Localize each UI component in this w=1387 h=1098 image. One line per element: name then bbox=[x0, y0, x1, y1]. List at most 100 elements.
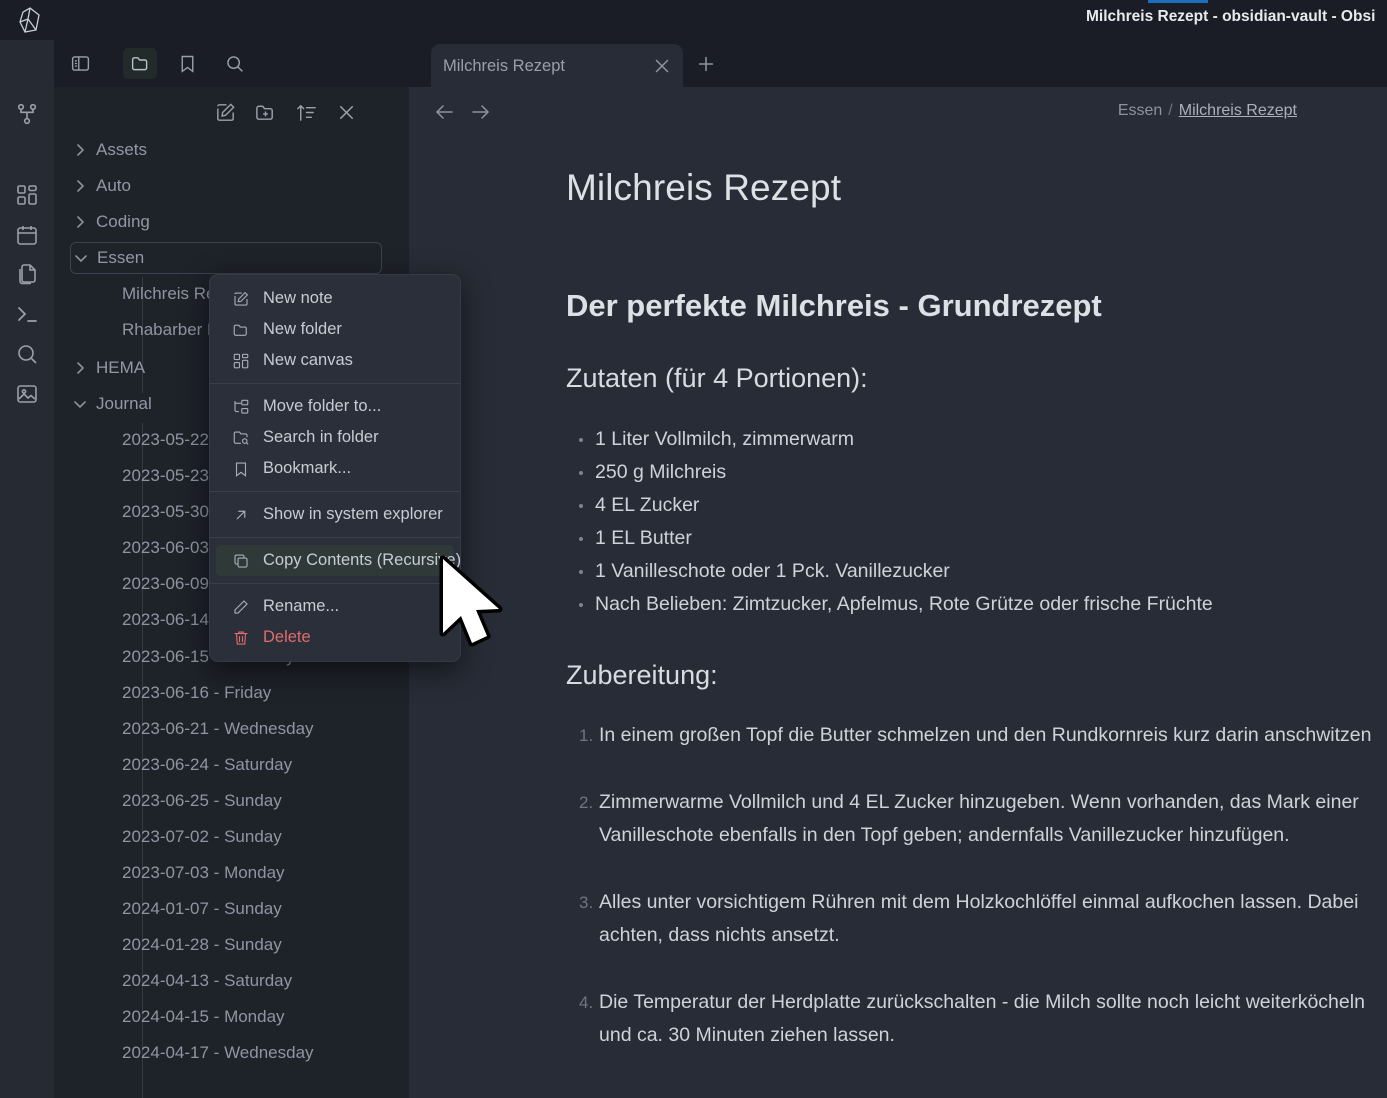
tree-folder-assets[interactable]: Assets bbox=[72, 135, 382, 165]
tree-file-journal[interactable]: 2023-06-24 - Saturday bbox=[122, 750, 422, 780]
plus-icon[interactable] bbox=[695, 53, 717, 75]
menu-item-label: New canvas bbox=[263, 351, 353, 369]
tree-item-label: Coding bbox=[96, 212, 150, 231]
tree-item-label: 2024-01-07 - Sunday bbox=[122, 899, 282, 918]
menu-separator bbox=[210, 491, 460, 492]
chevron-right-icon bbox=[72, 178, 88, 194]
list-item: Die Temperatur der Herdplatte zurückscha… bbox=[579, 986, 1365, 1046]
trash-icon bbox=[232, 629, 250, 647]
tree-item-label: 2023-06-16 - Friday bbox=[122, 683, 272, 702]
tree-file-journal[interactable]: 2024-04-17 - Wednesday bbox=[122, 1038, 422, 1068]
arrow-right-icon[interactable] bbox=[468, 100, 492, 124]
menu-item-new-note[interactable]: New note bbox=[216, 283, 454, 314]
tree-item-label: 2024-04-17 - Wednesday bbox=[122, 1043, 314, 1062]
menu-item-label: New note bbox=[263, 289, 333, 307]
menu-item-new-canvas[interactable]: New canvas bbox=[216, 345, 454, 376]
note-content[interactable]: Milchreis Rezept Der perfekte Milchreis … bbox=[566, 167, 1387, 1086]
tree-item-label: Assets bbox=[96, 140, 148, 159]
list-item: 1 EL Butter bbox=[566, 522, 1387, 555]
tree-file-journal[interactable]: 2023-06-25 - Sunday bbox=[122, 786, 422, 816]
tree-item-label: 2024-01-28 - Sunday bbox=[122, 935, 282, 954]
pencil-icon bbox=[232, 598, 250, 616]
list-item: 4 EL Zucker bbox=[566, 489, 1387, 522]
tree-file-journal[interactable]: 2024-04-13 - Saturday bbox=[122, 966, 422, 996]
menu-separator bbox=[210, 537, 460, 538]
menu-item-bookmark[interactable]: Bookmark... bbox=[216, 453, 454, 484]
tree-item-label: 2024-04-13 - Saturday bbox=[122, 971, 293, 990]
folder-open-icon[interactable] bbox=[123, 48, 157, 79]
new-note-icon bbox=[232, 290, 250, 308]
steps-list: In einem großen Topf die Butter schmelze… bbox=[566, 719, 1387, 1052]
window-titlebar: Milchreis Rezept - obsidian-vault - Obsi bbox=[0, 0, 1387, 40]
tree-item-label: Journal bbox=[96, 394, 152, 413]
menu-separator bbox=[210, 383, 460, 384]
menu-item-label: Search in folder bbox=[263, 428, 379, 446]
close-icon[interactable] bbox=[651, 55, 673, 77]
tree-item-label: 2023-06-24 - Saturday bbox=[122, 755, 293, 774]
folder-context-menu: New note New folder New canvas Move fold… bbox=[209, 274, 461, 662]
obsidian-window: Milchreis Rezept - obsidian-vault - Obsi bbox=[0, 0, 1387, 1098]
list-item: Alles unter vorsichtigem Rühren mit dem … bbox=[579, 886, 1359, 946]
explorer-toolbar bbox=[54, 87, 409, 135]
menu-item-search-in-folder[interactable]: Search in folder bbox=[216, 422, 454, 453]
move-folder-icon bbox=[232, 398, 250, 416]
search-folder-icon bbox=[232, 429, 250, 447]
breadcrumb-current[interactable]: Milchreis Rezept bbox=[1179, 102, 1297, 119]
menu-item-copy-contents-recursive[interactable]: Copy Contents (Recursive) bbox=[216, 545, 461, 576]
page-title: Milchreis Rezept bbox=[566, 167, 842, 208]
menu-item-show-in-system-explorer[interactable]: Show in system explorer bbox=[216, 499, 454, 530]
obsidian-gem-icon bbox=[17, 6, 43, 34]
list-item: 1 Vanilleschote oder 1 Pck. Vanillezucke… bbox=[566, 555, 1387, 588]
menu-item-new-folder[interactable]: New folder bbox=[216, 314, 454, 345]
tree-file-journal[interactable]: 2023-07-03 - Monday bbox=[122, 858, 422, 888]
window-title: Milchreis Rezept - obsidian-vault - Obsi bbox=[1086, 8, 1376, 25]
tree-file-journal[interactable]: 2024-01-07 - Sunday bbox=[122, 894, 422, 924]
list-item: In einem großen Topf die Butter schmelze… bbox=[579, 719, 1372, 752]
collapse-all-icon[interactable] bbox=[335, 101, 359, 125]
heading-zutaten: Zutaten (für 4 Portionen): bbox=[566, 363, 868, 393]
menu-item-label: Copy Contents (Recursive) bbox=[263, 551, 462, 569]
tree-file-journal[interactable]: 2023-07-02 - Sunday bbox=[122, 822, 422, 852]
editor-pane: Essen / Milchreis Rezept Milchreis Rezept … bbox=[409, 87, 1387, 1098]
sort-icon[interactable] bbox=[295, 101, 319, 125]
breadcrumb-parent[interactable]: Essen bbox=[1118, 102, 1162, 119]
heading-grundrezept: Der perfekte Milchreis - Grundrezept bbox=[566, 288, 1102, 323]
breadcrumb-separator: / bbox=[1168, 102, 1173, 119]
new-folder-icon bbox=[232, 321, 250, 339]
new-note-icon[interactable] bbox=[214, 101, 238, 125]
menu-item-rename[interactable]: Rename... bbox=[216, 591, 454, 622]
tree-item-label: Auto bbox=[96, 176, 131, 195]
tree-item-label: 2023-07-03 - Monday bbox=[122, 863, 285, 882]
title-accent-bar bbox=[1148, 0, 1208, 3]
tree-file-journal[interactable]: 2024-04-15 - Monday bbox=[122, 1002, 422, 1032]
tree-item-label: 2023-06-21 - Wednesday bbox=[122, 719, 314, 738]
terminal-icon[interactable] bbox=[15, 302, 39, 326]
graph-view-icon[interactable] bbox=[15, 102, 39, 126]
search-icon[interactable] bbox=[217, 48, 251, 79]
copy-icon bbox=[232, 552, 250, 570]
sidebar-layout-icon[interactable] bbox=[63, 48, 97, 79]
menu-item-move-folder-to[interactable]: Move folder to... bbox=[216, 391, 454, 422]
image-icon[interactable] bbox=[15, 382, 39, 406]
calendar-icon[interactable] bbox=[15, 223, 39, 247]
chevron-right-icon bbox=[72, 214, 88, 230]
menu-item-label: Move folder to... bbox=[263, 397, 382, 415]
arrow-left-icon[interactable] bbox=[433, 100, 457, 124]
tree-file-journal[interactable]: 2023-06-21 - Wednesday bbox=[122, 714, 422, 744]
menu-item-delete[interactable]: Delete bbox=[216, 622, 454, 653]
menu-item-label: Rename... bbox=[263, 597, 340, 615]
tree-file-journal[interactable]: 2024-01-28 - Sunday bbox=[122, 930, 422, 960]
tree-item-label: HEMA bbox=[96, 358, 146, 377]
bookmark-icon bbox=[232, 460, 250, 478]
new-folder-icon[interactable] bbox=[254, 101, 278, 125]
bookmark-icon[interactable] bbox=[170, 48, 204, 79]
view-toggle-bar bbox=[54, 40, 409, 87]
canvas-icon[interactable] bbox=[15, 183, 39, 207]
tree-item-label: 2024-04-15 - Monday bbox=[122, 1007, 285, 1026]
tree-folder-auto[interactable]: Auto bbox=[72, 171, 382, 201]
tree-file-journal[interactable]: 2023-06-16 - Friday bbox=[122, 678, 422, 708]
tree-folder-essen[interactable]: Essen bbox=[70, 242, 382, 274]
search-icon[interactable] bbox=[15, 342, 39, 366]
tree-folder-coding[interactable]: Coding bbox=[72, 207, 382, 237]
files-copy-icon[interactable] bbox=[15, 262, 39, 286]
